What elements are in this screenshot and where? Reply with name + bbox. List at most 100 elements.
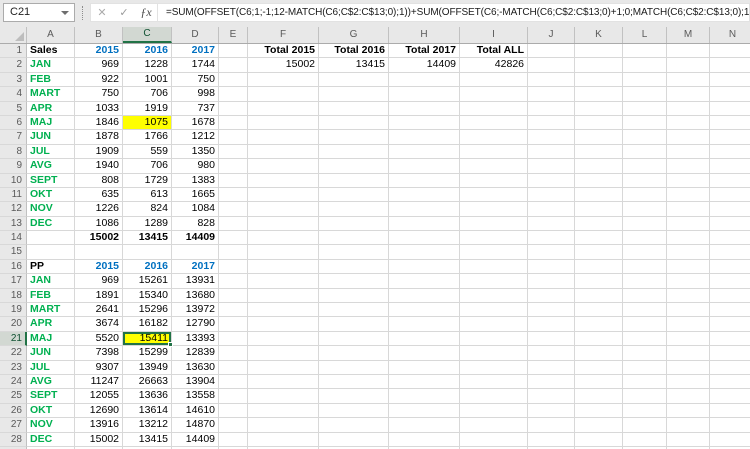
cell-K14[interactable] — [575, 231, 623, 245]
cell-B19[interactable]: 2641 — [75, 303, 123, 317]
cell-F3[interactable] — [248, 73, 319, 87]
cell-I28[interactable] — [460, 433, 528, 447]
cell-N9[interactable] — [710, 159, 750, 173]
cell-D2[interactable]: 1744 — [172, 58, 219, 72]
cell-H5[interactable] — [389, 102, 460, 116]
cell-G27[interactable] — [319, 418, 389, 432]
cell-F4[interactable] — [248, 87, 319, 101]
row-header-27[interactable]: 27 — [0, 418, 27, 432]
cell-I27[interactable] — [460, 418, 528, 432]
cell-C3[interactable]: 1001 — [123, 73, 172, 87]
cell-N18[interactable] — [710, 289, 750, 303]
row-header-9[interactable]: 9 — [0, 159, 27, 173]
formula-input[interactable]: =SUM(OFFSET(C6;1;-1;12-MATCH(C6;C$2:C$13… — [163, 7, 749, 18]
cell-L16[interactable] — [623, 260, 667, 274]
cell-D23[interactable]: 13630 — [172, 361, 219, 375]
cell-L6[interactable] — [623, 116, 667, 130]
cell-H15[interactable] — [389, 245, 460, 259]
cell-F15[interactable] — [248, 245, 319, 259]
fill-handle[interactable] — [168, 342, 173, 347]
cell-C16[interactable]: 2016 — [123, 260, 172, 274]
cell-C1[interactable]: 2016 — [123, 44, 172, 58]
cell-K15[interactable] — [575, 245, 623, 259]
column-header-L[interactable]: L — [623, 27, 667, 43]
cell-M10[interactable] — [667, 174, 710, 188]
cell-N15[interactable] — [710, 245, 750, 259]
cell-A27[interactable]: NOV — [27, 418, 75, 432]
cell-M25[interactable] — [667, 389, 710, 403]
cell-J5[interactable] — [528, 102, 575, 116]
cell-F9[interactable] — [248, 159, 319, 173]
row-header-2[interactable]: 2 — [0, 58, 27, 72]
cell-K1[interactable] — [575, 44, 623, 58]
cell-C14[interactable]: 13415 — [123, 231, 172, 245]
cell-G25[interactable] — [319, 389, 389, 403]
cell-C7[interactable]: 1766 — [123, 130, 172, 144]
column-header-N[interactable]: N — [710, 27, 750, 43]
select-all-corner[interactable] — [0, 27, 27, 43]
cell-I26[interactable] — [460, 404, 528, 418]
cell-G9[interactable] — [319, 159, 389, 173]
cell-K4[interactable] — [575, 87, 623, 101]
cell-K23[interactable] — [575, 361, 623, 375]
cell-I20[interactable] — [460, 317, 528, 331]
cell-A6[interactable]: MAJ — [27, 116, 75, 130]
cell-E7[interactable] — [219, 130, 248, 144]
cell-N14[interactable] — [710, 231, 750, 245]
cell-M24[interactable] — [667, 375, 710, 389]
cell-E6[interactable] — [219, 116, 248, 130]
cell-H1[interactable]: Total 2017 — [389, 44, 460, 58]
cell-C5[interactable]: 1919 — [123, 102, 172, 116]
cell-K2[interactable] — [575, 58, 623, 72]
cell-J9[interactable] — [528, 159, 575, 173]
column-header-C[interactable]: C — [123, 27, 172, 43]
cell-K6[interactable] — [575, 116, 623, 130]
cell-A23[interactable]: JUL — [27, 361, 75, 375]
cell-G24[interactable] — [319, 375, 389, 389]
cell-H17[interactable] — [389, 274, 460, 288]
cell-E5[interactable] — [219, 102, 248, 116]
cell-M2[interactable] — [667, 58, 710, 72]
cell-J27[interactable] — [528, 418, 575, 432]
cell-H19[interactable] — [389, 303, 460, 317]
cell-H28[interactable] — [389, 433, 460, 447]
name-box-dropdown-icon[interactable] — [61, 11, 69, 15]
cell-G20[interactable] — [319, 317, 389, 331]
cell-M14[interactable] — [667, 231, 710, 245]
cell-J11[interactable] — [528, 188, 575, 202]
cell-A2[interactable]: JAN — [27, 58, 75, 72]
cell-D18[interactable]: 13680 — [172, 289, 219, 303]
cell-I7[interactable] — [460, 130, 528, 144]
row-header-8[interactable]: 8 — [0, 145, 27, 159]
column-header-M[interactable]: M — [667, 27, 710, 43]
cell-J14[interactable] — [528, 231, 575, 245]
row-header-14[interactable]: 14 — [0, 231, 27, 245]
cell-J21[interactable] — [528, 332, 575, 346]
cell-D16[interactable]: 2017 — [172, 260, 219, 274]
cell-C9[interactable]: 706 — [123, 159, 172, 173]
column-header-J[interactable]: J — [528, 27, 575, 43]
cell-I25[interactable] — [460, 389, 528, 403]
cell-A17[interactable]: JAN — [27, 274, 75, 288]
cell-L20[interactable] — [623, 317, 667, 331]
cell-L9[interactable] — [623, 159, 667, 173]
cell-K11[interactable] — [575, 188, 623, 202]
cell-L23[interactable] — [623, 361, 667, 375]
cell-N28[interactable] — [710, 433, 750, 447]
cell-M7[interactable] — [667, 130, 710, 144]
cell-B21[interactable]: 5520 — [75, 332, 123, 346]
cell-D19[interactable]: 13972 — [172, 303, 219, 317]
cell-G13[interactable] — [319, 217, 389, 231]
cell-D4[interactable]: 998 — [172, 87, 219, 101]
cell-C20[interactable]: 16182 — [123, 317, 172, 331]
cell-A16[interactable]: PP — [27, 260, 75, 274]
cell-M16[interactable] — [667, 260, 710, 274]
insert-function-icon[interactable]: ƒx — [135, 5, 157, 20]
cell-A13[interactable]: DEC — [27, 217, 75, 231]
cell-E18[interactable] — [219, 289, 248, 303]
cell-N27[interactable] — [710, 418, 750, 432]
row-header-6[interactable]: 6 — [0, 116, 27, 130]
cell-L3[interactable] — [623, 73, 667, 87]
cell-I12[interactable] — [460, 202, 528, 216]
cell-G22[interactable] — [319, 346, 389, 360]
